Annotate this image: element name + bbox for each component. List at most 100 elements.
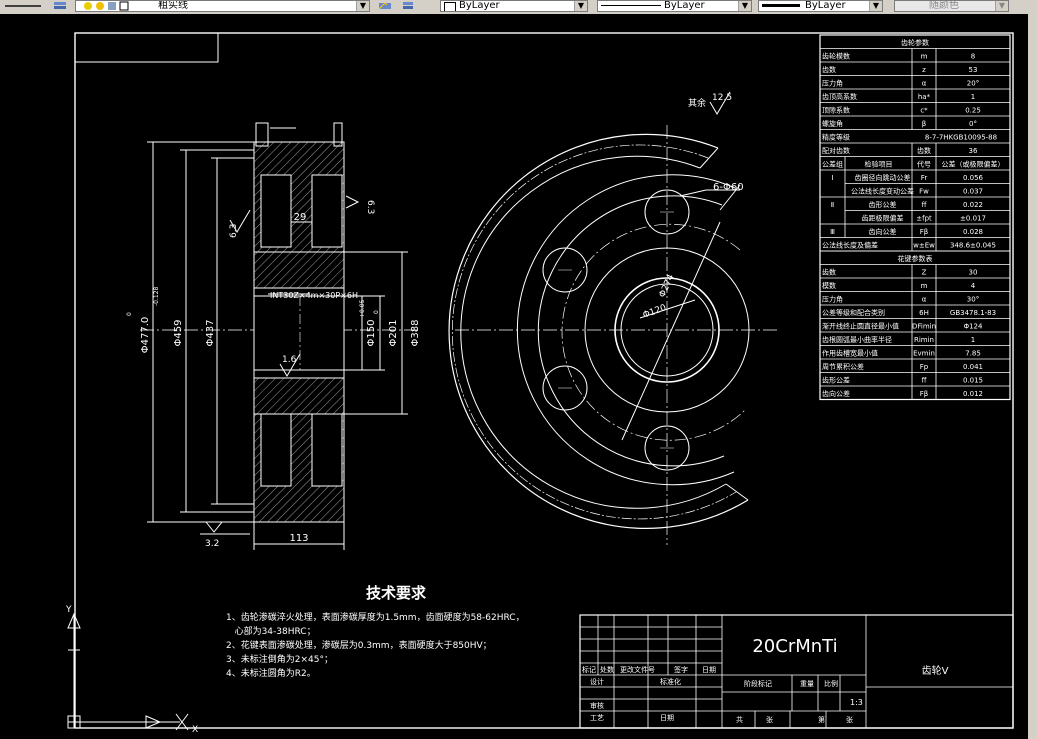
tech-req-line-4: 4、未标注圆角为R2。 [226,669,316,679]
dim-width: 113 [289,533,308,544]
material-name: 20CrMnTi [752,636,837,657]
spline-callout: INT30Z×4m×30P×6H [270,291,358,300]
bore-callout: Φ120 [642,303,668,321]
spline-row-value: Φ124 [964,323,983,331]
param-row-value: 8 [971,53,975,61]
roughness-16: 1.6 [282,355,297,365]
chevron-down-icon[interactable]: ▼ [738,1,751,11]
tech-req-line-3: 3、未标注倒角为2×45°； [226,655,333,665]
param-row-label: 顶隙系数 [822,106,850,115]
tb-label-11: 重量 [800,680,814,688]
param-row-value: 8-7-7HKGB10095-88 [925,134,997,142]
check-row-symbol: Fr [921,174,928,182]
spline-row-value: 4 [971,282,976,290]
param-row-label: 齿轮模数 [822,52,850,61]
param-row-symbol: ha* [918,93,931,101]
vertical-scrollbar[interactable] [1027,14,1037,739]
spline-row-value: 7.85 [965,350,981,358]
dim-388: Φ388 [410,320,421,347]
dim-od: Φ477.0 [140,317,151,354]
check-header-0: 公差组 [822,160,843,169]
tb-label-16: 张 [846,715,853,724]
scale-value: 1:3 [850,698,863,707]
spline-row-label: 作用齿槽宽最小值 [822,349,878,358]
roughness-32: 3.2 [205,539,219,549]
check-header-3: 公差（或极限偏差） [942,160,1005,169]
toolbar-grip [2,0,44,12]
spline-row-label: 齿形公差 [822,376,850,385]
param-row-symbol: z [922,66,926,74]
linetype-combo[interactable]: ByLayer ▼ [597,0,752,12]
tb-label-5: 设计 [590,677,604,686]
spline-table-title: 花键参数表 [898,254,933,263]
param-row-symbol: 齿数 [917,146,931,155]
lineweight-preview [762,4,800,7]
check-row-group: Ⅰ [831,174,833,182]
rest-label: 其余 [688,97,706,109]
spline-row-label: 公差等级和配合类别 [822,308,885,317]
front-view-labels: 6-Φ60 Φ120 Φ274 其余 12.5 [642,93,744,321]
tb-label-7: 审核 [590,701,604,710]
check-row-label: 公法线长度及偏差 [822,241,878,250]
check-row-symbol: ±fpt [916,215,932,223]
lineweight-value: ByLayer [805,0,846,11]
check-row-value: 0.022 [963,201,983,209]
param-row-value: 36 [969,147,978,155]
spline-row-label: 齿根圆弧最小曲率半径 [822,335,892,344]
chevron-down-icon[interactable]: ▼ [356,1,369,11]
spline-row-symbol: Fβ [920,390,929,398]
check-header-1: 检验项目 [865,160,893,169]
spline-row-value: 0.015 [963,377,983,385]
layer-combo[interactable]: 粗实线 ▼ [75,0,370,12]
tb-label-3: 签字 [674,665,688,674]
linetype-preview [601,5,661,6]
dim-slot: 29 [294,212,307,223]
color-value: ByLayer [459,0,500,11]
tb-label-12: 比例 [824,679,838,688]
color-combo[interactable]: ByLayer ▼ [440,0,588,12]
pcd-callout: Φ274 [658,273,677,299]
spline-row-value: 0.012 [963,390,983,398]
spline-row-symbol: DFimin [912,323,936,331]
dim-459: Φ459 [173,320,184,347]
dim-150: Φ150 [366,320,377,347]
tb-label-9: 日期 [660,714,674,722]
spline-row-value: 0.041 [963,363,983,371]
lineweight-combo[interactable]: ByLayer ▼ [758,0,883,12]
spline-row-value: 1 [971,336,975,344]
spline-row-symbol: Rimin [914,336,934,344]
chevron-down-icon[interactable]: ▼ [574,1,587,11]
tech-req-line-1: 心部为34-38HRC； [226,627,316,637]
tb-label-13: 共 [736,715,743,724]
param-row-label: 精度等级 [822,133,850,142]
gear-front-view [448,91,780,545]
check-row-value: 348.6±0.045 [950,242,996,250]
plotstyle-value: 随颜色 [929,0,959,11]
dim-201: Φ201 [388,320,399,347]
tb-label-15: 第 [818,715,825,724]
check-row-symbol: w±Ew [913,242,935,250]
gear-params-table: 齿轮参数齿轮模数 m 8 齿数 z 53 压力角 α 20° 齿顶高系数 ha* 1 顶隙系数 c* 0.2… [819,34,1011,401]
make-current-layer-icon[interactable] [375,0,395,12]
layer-name: 粗实线 [158,0,188,11]
roughness-63-left: 6.3 [229,224,239,238]
spline-row-label: 齿向公差 [822,389,850,398]
chevron-down-icon[interactable]: ▼ [869,1,882,11]
model-space-canvas[interactable]: Φ477.0 0 -0.128 Φ459 Φ437 Φ150 +0.05 0 Φ… [0,14,1028,739]
spline-row-label: 模数 [822,281,836,290]
spline-row-value: GB3478.1-83 [950,309,996,317]
check-row-value: 0.056 [963,174,984,182]
holes-callout: 6-Φ60 [713,182,744,193]
tech-requirements: 技术要求 1、齿轮渗碳淬火处理，表面渗碳厚度为1.5mm，齿面硬度为58-62H… [226,582,566,681]
tech-requirements-title: 技术要求 [365,584,426,602]
tb-label-2: 更改文件号 [620,665,655,674]
tb-label-14: 张 [766,715,773,724]
tb-label-0: 标记 [582,665,596,674]
layer-previous-icon[interactable] [398,0,418,12]
spline-row-label: 渐开线终止圆直径最小值 [822,322,899,331]
layer-manager-icon[interactable] [50,0,70,12]
param-row-value: 53 [969,66,978,74]
tb-label-1: 处数 [600,665,614,674]
spline-row-value: 30° [967,296,979,304]
layer-state-icons [84,1,129,11]
